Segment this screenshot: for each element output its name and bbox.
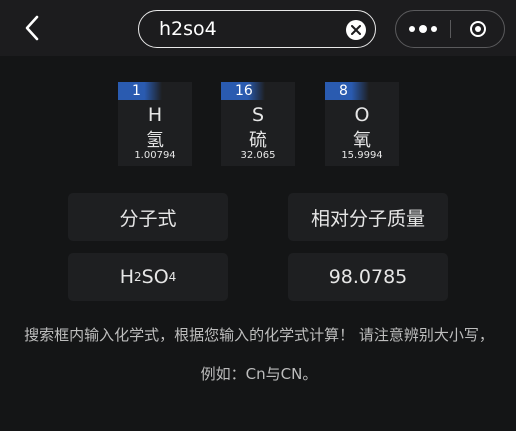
clear-x-icon: [351, 25, 361, 35]
top-bar: [0, 0, 516, 56]
instruction-note: 搜索框内输入化学式，根据您输入的化学式计算！ 请注意辨别大小写，例如：Cn与CN…: [24, 326, 494, 383]
element-name: 氧: [353, 130, 371, 151]
element-symbol: H: [147, 104, 163, 126]
target-circle-icon: [470, 20, 486, 37]
molecular-mass-value: 98.0785: [288, 253, 448, 301]
element-card-oxygen: 8 O 氧 15.9994: [325, 82, 399, 166]
atomic-number: 1: [118, 82, 162, 100]
back-button[interactable]: [18, 14, 46, 42]
atomic-mass: 15.9994: [341, 150, 383, 161]
formula-header: 分子式: [68, 193, 228, 241]
formula-value: H 2 SO 4: [68, 253, 228, 301]
atomic-mass: 1.00794: [134, 150, 176, 161]
atomic-number: 8: [325, 82, 369, 100]
search-input[interactable]: [159, 11, 339, 46]
more-dots-icon: [409, 25, 415, 32]
atomic-mass: 32.065: [240, 150, 276, 161]
formula-subscript: 4: [168, 270, 177, 284]
atomic-number: 16: [221, 82, 265, 100]
molecular-mass-header: 相对分子质量: [288, 193, 448, 241]
formula-element: SO: [141, 266, 169, 288]
search-box: [138, 10, 376, 48]
element-card-hydrogen: 1 H 氢 1.00794: [118, 82, 192, 166]
element-name: 硫: [249, 130, 267, 151]
more-button[interactable]: [396, 11, 450, 46]
formula-subscript: 2: [134, 270, 142, 284]
element-card-sulfur: 16 S 硫 32.065: [221, 82, 295, 166]
element-symbol: S: [251, 104, 265, 126]
formula-element: H: [119, 266, 134, 288]
clear-search-button[interactable]: [346, 20, 366, 40]
capsule-divider: [450, 20, 451, 38]
close-mini-program-button[interactable]: [452, 11, 504, 46]
element-symbol: O: [354, 104, 370, 126]
element-name: 氢: [146, 130, 164, 151]
chevron-left-icon: [25, 15, 39, 41]
mini-program-capsule: [395, 10, 505, 48]
